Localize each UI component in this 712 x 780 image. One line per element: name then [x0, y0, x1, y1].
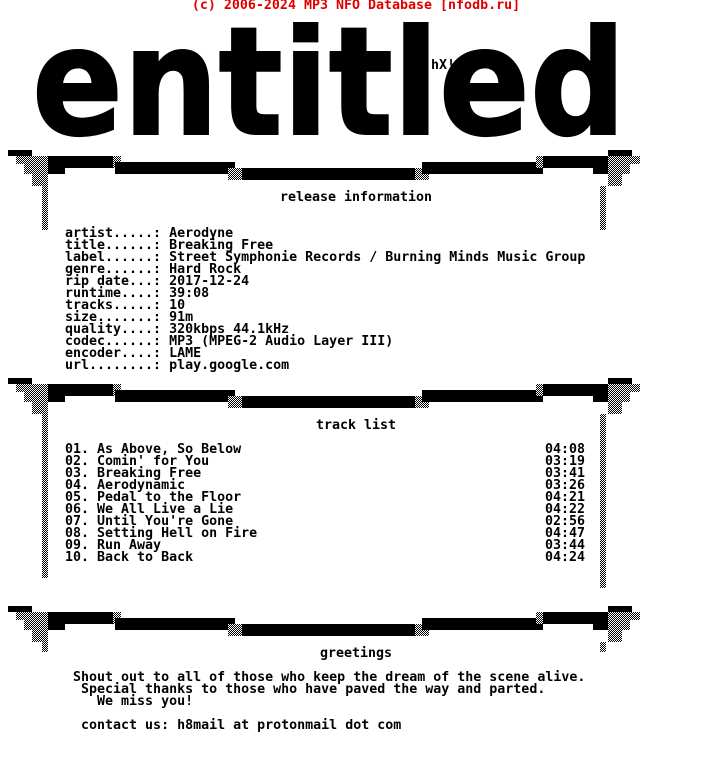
logo-text: entitled [32, 22, 626, 142]
track-row: 10. Back to Back 04:24 [65, 550, 605, 565]
divider-greetings [0, 606, 712, 646]
track-title: 10. Back to Back [65, 550, 194, 565]
field-value: play.google.com [169, 358, 290, 373]
tracklist-heading: track list [315, 418, 397, 433]
entitled-logo: entitled [31, 22, 627, 142]
track-time: 04:24 [545, 550, 586, 565]
greetings-line: We miss you! [65, 694, 194, 709]
field-row: url........: play.google.com [65, 358, 290, 373]
logo-tag: hX! [431, 58, 456, 73]
contact-line: contact us: h8mail at protonmail dot com [65, 718, 402, 733]
divider-tracklist [0, 378, 712, 418]
field-value: MP3 (MPEG-2 Audio Layer III) [169, 334, 394, 349]
divider-release [0, 150, 712, 190]
greetings-heading: greetings [319, 646, 393, 661]
left-frame [42, 414, 48, 578]
release-heading: release information [279, 190, 433, 205]
copyright-link[interactable]: (c) 2006-2024 MP3 NFO Database [nfodb.ru… [0, 0, 712, 12]
field-key: url........: [65, 358, 170, 373]
